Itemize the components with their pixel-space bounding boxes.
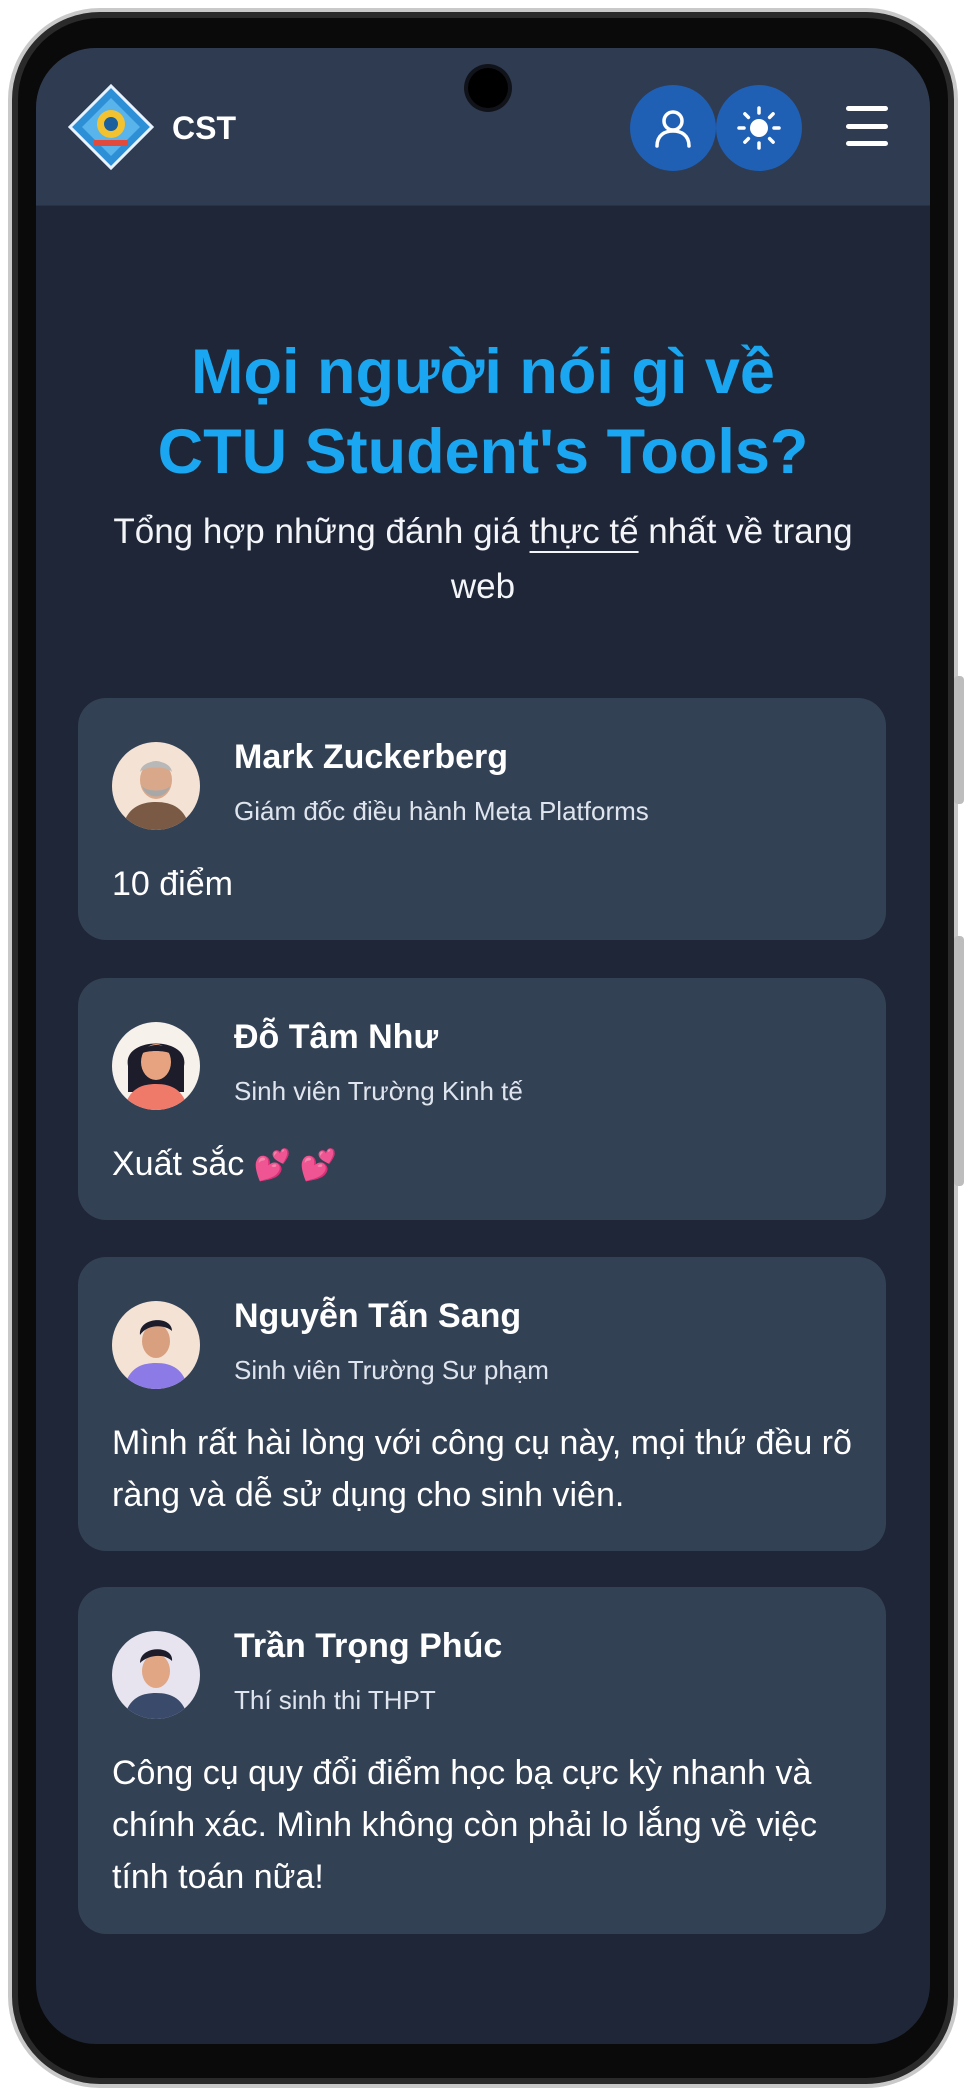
reviewer-role: Sinh viên Trường Sư phạm — [234, 1355, 549, 1385]
testimonial-card: Trần Trọng Phúc Thí sinh thi THPT Công c… — [78, 1587, 886, 1934]
user-icon — [655, 110, 691, 148]
testimonial-card: Đỗ Tâm Như Sinh viên Trường Kinh tế Xuất… — [78, 978, 886, 1220]
review-text: 10 điểm — [112, 865, 233, 903]
theme-toggle-button[interactable] — [716, 85, 802, 171]
header: CST — [36, 48, 930, 206]
hamburger-menu-icon[interactable] — [846, 106, 888, 146]
front-camera — [468, 68, 508, 108]
title-line-1: Mọi người nói gì về — [191, 337, 775, 407]
reviewer-name: Nguyễn Tấn Sang — [234, 1297, 522, 1335]
ctu-logo-icon[interactable] — [67, 83, 155, 171]
review-text: Mình rất hài lòng với công cụ này, mọi t… — [112, 1424, 852, 1514]
reviewer-name: Trần Trọng Phúc — [234, 1627, 503, 1665]
review-text: Công cụ quy đổi điểm học bạ cực kỳ nhanh… — [112, 1754, 817, 1896]
subtitle-text: Tổng hợp những đánh giá — [113, 512, 530, 551]
subtitle-highlight: thực tế — [529, 512, 639, 551]
page-subtitle: Tổng hợp những đánh giá thực tế nhất về … — [86, 504, 880, 614]
testimonial-card: Mark Zuckerberg Giám đốc điều hành Meta … — [78, 698, 886, 940]
page-title: Mọi người nói gì về CTU Student's Tools? — [36, 332, 930, 492]
brand-name[interactable]: CST — [172, 110, 236, 147]
avatar-icon — [112, 1022, 200, 1110]
screen: CST Mọi người nói gì về CTU Student's To… — [36, 48, 930, 2044]
avatar-icon — [112, 742, 200, 830]
sun-icon — [737, 106, 781, 150]
avatar-icon — [112, 1301, 200, 1389]
heart-icon: 💕 💕 — [253, 1149, 337, 1182]
testimonial-card: Nguyễn Tấn Sang Sinh viên Trường Sư phạm… — [78, 1257, 886, 1551]
reviewer-role: Giám đốc điều hành Meta Platforms — [234, 796, 649, 826]
reviewer-name: Đỗ Tâm Như — [234, 1018, 439, 1056]
reviewer-role: Thí sinh thi THPT — [234, 1685, 436, 1715]
reviewer-role: Sinh viên Trường Kinh tế — [234, 1076, 523, 1106]
avatar-icon — [112, 1631, 200, 1719]
review-text: Xuất sắc 💕 💕 — [112, 1145, 337, 1183]
volume-button — [954, 676, 964, 804]
power-button — [954, 936, 964, 1186]
title-line-2: CTU Student's Tools? — [157, 417, 809, 487]
user-button[interactable] — [630, 85, 716, 171]
reviewer-name: Mark Zuckerberg — [234, 738, 508, 776]
